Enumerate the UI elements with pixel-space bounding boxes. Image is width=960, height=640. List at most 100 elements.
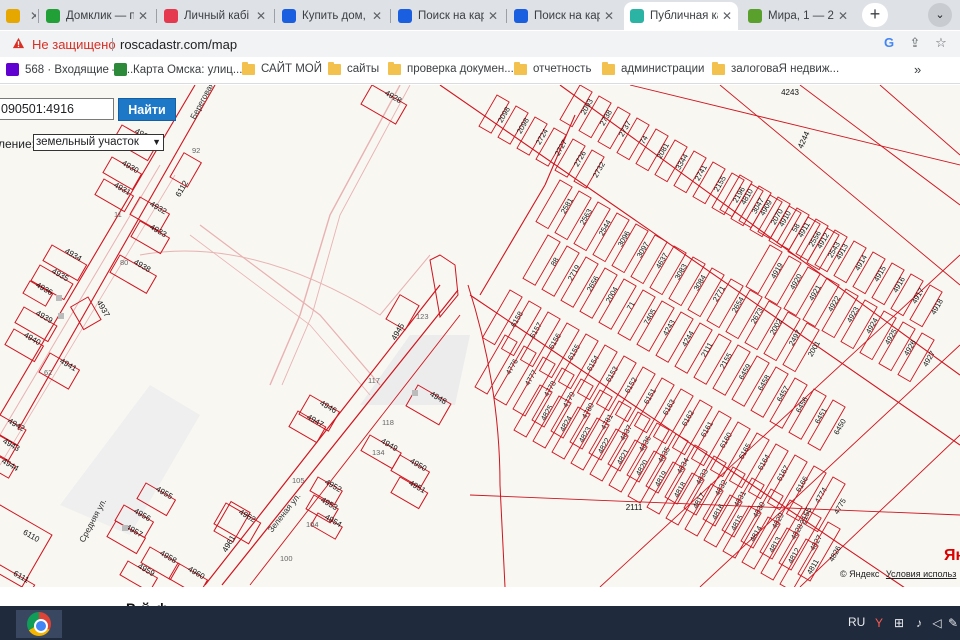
parcel-label[interactable]: 4960 bbox=[186, 564, 206, 581]
bookmark-item[interactable]: администрации bbox=[602, 61, 704, 75]
close-icon[interactable]: ✕ bbox=[372, 9, 382, 23]
speaker-icon[interactable]: ◁ bbox=[930, 616, 944, 630]
parcel-label[interactable]: 4934 bbox=[63, 246, 83, 263]
terms-link[interactable]: Условия использ bbox=[886, 569, 956, 579]
parcel-label[interactable]: 2732 bbox=[591, 160, 607, 179]
parcel-boundary[interactable] bbox=[221, 289, 459, 586]
bookmarks-overflow-button[interactable]: » bbox=[914, 62, 921, 77]
parcel-label[interactable]: 6456 bbox=[794, 395, 810, 414]
parcel-label[interactable]: 2111 bbox=[626, 503, 643, 512]
address-bar[interactable]: Не защищено roscadastr.com/map G ⇪ ☆ bbox=[0, 31, 960, 57]
cadastral-number-input[interactable]: 090501:4916 bbox=[0, 98, 114, 120]
find-button[interactable]: Найти bbox=[118, 98, 176, 121]
parcel-boundary[interactable] bbox=[599, 254, 960, 587]
parcel-label[interactable]: 6450 bbox=[832, 417, 848, 436]
security-status[interactable]: Не защищено bbox=[32, 37, 116, 52]
parcel-label[interactable]: 4944 bbox=[0, 456, 20, 473]
parcel-label[interactable]: 4244 bbox=[796, 129, 812, 149]
parcel-label[interactable]: 4952 bbox=[323, 477, 343, 494]
close-icon[interactable]: ✕ bbox=[138, 9, 148, 23]
parcel-label[interactable]: 4930 bbox=[120, 158, 140, 175]
parcel-label[interactable]: 4942 bbox=[6, 416, 26, 433]
browser-tab[interactable]: Публичная ка ✕ bbox=[624, 2, 738, 30]
parcel-label[interactable]: 4937 bbox=[95, 299, 112, 319]
parcel-label[interactable]: 4943 bbox=[1, 436, 21, 453]
browser-tab[interactable]: зищ✕ bbox=[0, 2, 36, 30]
parcel-label[interactable]: 2098 bbox=[515, 116, 531, 135]
parcel-label[interactable]: 6459 bbox=[737, 362, 753, 381]
parcel-label[interactable]: 2001 bbox=[806, 339, 822, 358]
browser-tab[interactable]: Поиск на карт ✕ bbox=[508, 2, 620, 30]
parcel-label[interactable]: 6458 bbox=[756, 373, 772, 392]
cadastral-map[interactable]: 2098 2098 2724 2727 2726 2732 2093 2738 2737 74 20… bbox=[0, 85, 960, 587]
parcel-label[interactable]: 2155 bbox=[718, 351, 734, 370]
pen-icon[interactable]: ✎ bbox=[946, 616, 960, 630]
browser-tab[interactable]: Домклик — п ✕ bbox=[40, 2, 154, 30]
parcel-label[interactable]: 4940 bbox=[22, 330, 42, 347]
browser-tab[interactable]: Поиск на карт ✕ bbox=[392, 2, 504, 30]
parcel-label[interactable]: 2098 bbox=[496, 105, 512, 124]
star-icon[interactable]: ☆ bbox=[932, 35, 950, 53]
bookmark-item[interactable]: залоговаЯ недвиж... bbox=[712, 61, 839, 75]
bookmark-item[interactable]: сайты bbox=[328, 61, 379, 75]
close-icon[interactable]: ✕ bbox=[488, 9, 498, 23]
parcel-label[interactable]: 2726 bbox=[572, 149, 588, 168]
map-canvas[interactable]: 2098209827242727272627322093273827377420… bbox=[0, 85, 960, 587]
google-icon[interactable]: G bbox=[880, 35, 898, 53]
share-icon[interactable]: ⇪ bbox=[906, 35, 924, 53]
bookmark-item[interactable]: САЙТ МОЙ bbox=[242, 61, 322, 75]
parcel-label[interactable]: 2727 bbox=[553, 138, 569, 157]
close-icon[interactable]: ✕ bbox=[256, 9, 266, 23]
parcel-label[interactable]: 4941 bbox=[58, 356, 78, 373]
parcel-label[interactable]: 4918 bbox=[929, 297, 945, 316]
tab-search-button[interactable]: ⌄ bbox=[928, 3, 952, 27]
url-text[interactable]: roscadastr.com/map bbox=[120, 37, 237, 52]
warning-icon[interactable] bbox=[12, 37, 25, 50]
parcel-label[interactable]: 2724 bbox=[534, 127, 550, 146]
parcel-label[interactable]: 2004 bbox=[604, 285, 620, 304]
parcel-label[interactable]: 2111 bbox=[699, 341, 715, 359]
parcel-label[interactable]: 6451 bbox=[813, 406, 829, 425]
network-icon[interactable]: ⊞ bbox=[892, 616, 906, 630]
browser-tab[interactable]: Личный кабі ✕ bbox=[158, 2, 272, 30]
chrome-icon[interactable] bbox=[27, 612, 51, 636]
parcel-label[interactable]: 4244 bbox=[680, 329, 696, 348]
close-icon[interactable]: ✕ bbox=[722, 9, 732, 23]
parcel-label[interactable]: 7405 bbox=[642, 307, 658, 326]
parcel-label[interactable]: 4927 bbox=[921, 349, 937, 368]
parcel-label[interactable]: 4933 bbox=[148, 222, 168, 239]
parcel-label[interactable]: 4243 bbox=[661, 318, 677, 337]
parcel-label[interactable]: 6110 bbox=[22, 528, 42, 545]
parcel-label[interactable]: 4953 bbox=[319, 495, 339, 512]
language-indicator[interactable]: RU bbox=[848, 615, 865, 629]
parcel-label[interactable]: 4243 bbox=[781, 88, 799, 97]
parcel-label[interactable]: 4775 bbox=[832, 497, 848, 516]
parcel-label[interactable]: 6112 bbox=[174, 179, 191, 199]
parcel-label[interactable]: 2719 bbox=[566, 263, 582, 282]
parcel-label[interactable]: 74 bbox=[638, 134, 650, 146]
parcel-cell[interactable] bbox=[109, 254, 158, 295]
bookmark-item[interactable]: отчетность bbox=[514, 61, 591, 75]
parcel-label[interactable]: 4946 bbox=[318, 398, 338, 415]
parcel-boundary[interactable] bbox=[799, 85, 960, 206]
parcel-label[interactable]: 4958 bbox=[158, 548, 178, 565]
bookmark-item[interactable]: Карта Омска: улиц... bbox=[114, 63, 242, 76]
parcel-boundary[interactable] bbox=[879, 85, 960, 156]
new-tab-button[interactable]: + bbox=[862, 3, 888, 27]
yandex-icon[interactable]: Y bbox=[872, 616, 886, 630]
close-icon[interactable]: ✕ bbox=[838, 9, 848, 23]
browser-tab[interactable]: Купить дом, з ✕ bbox=[276, 2, 388, 30]
parcel-boundary[interactable] bbox=[629, 85, 960, 166]
parcel-label[interactable]: 4954 bbox=[323, 512, 343, 529]
parcel-label[interactable]: 4947 bbox=[305, 412, 325, 429]
parcel-label[interactable]: 6457 bbox=[775, 384, 791, 403]
close-icon[interactable]: ✕ bbox=[604, 9, 614, 23]
parcel-boundary[interactable] bbox=[479, 184, 546, 296]
bookmark-item[interactable]: проверка докумен... bbox=[388, 61, 514, 75]
browser-tab[interactable]: Мира, 1 — 2Г ✕ bbox=[742, 2, 854, 30]
layer-select[interactable]: земельный участок ▼ bbox=[33, 134, 164, 151]
parcel-label[interactable]: 4955 bbox=[154, 484, 174, 501]
parcel-boundary[interactable] bbox=[799, 434, 960, 587]
parcel-label[interactable]: 2656 bbox=[585, 274, 601, 293]
parcel-label[interactable]: 4950 bbox=[408, 456, 428, 473]
